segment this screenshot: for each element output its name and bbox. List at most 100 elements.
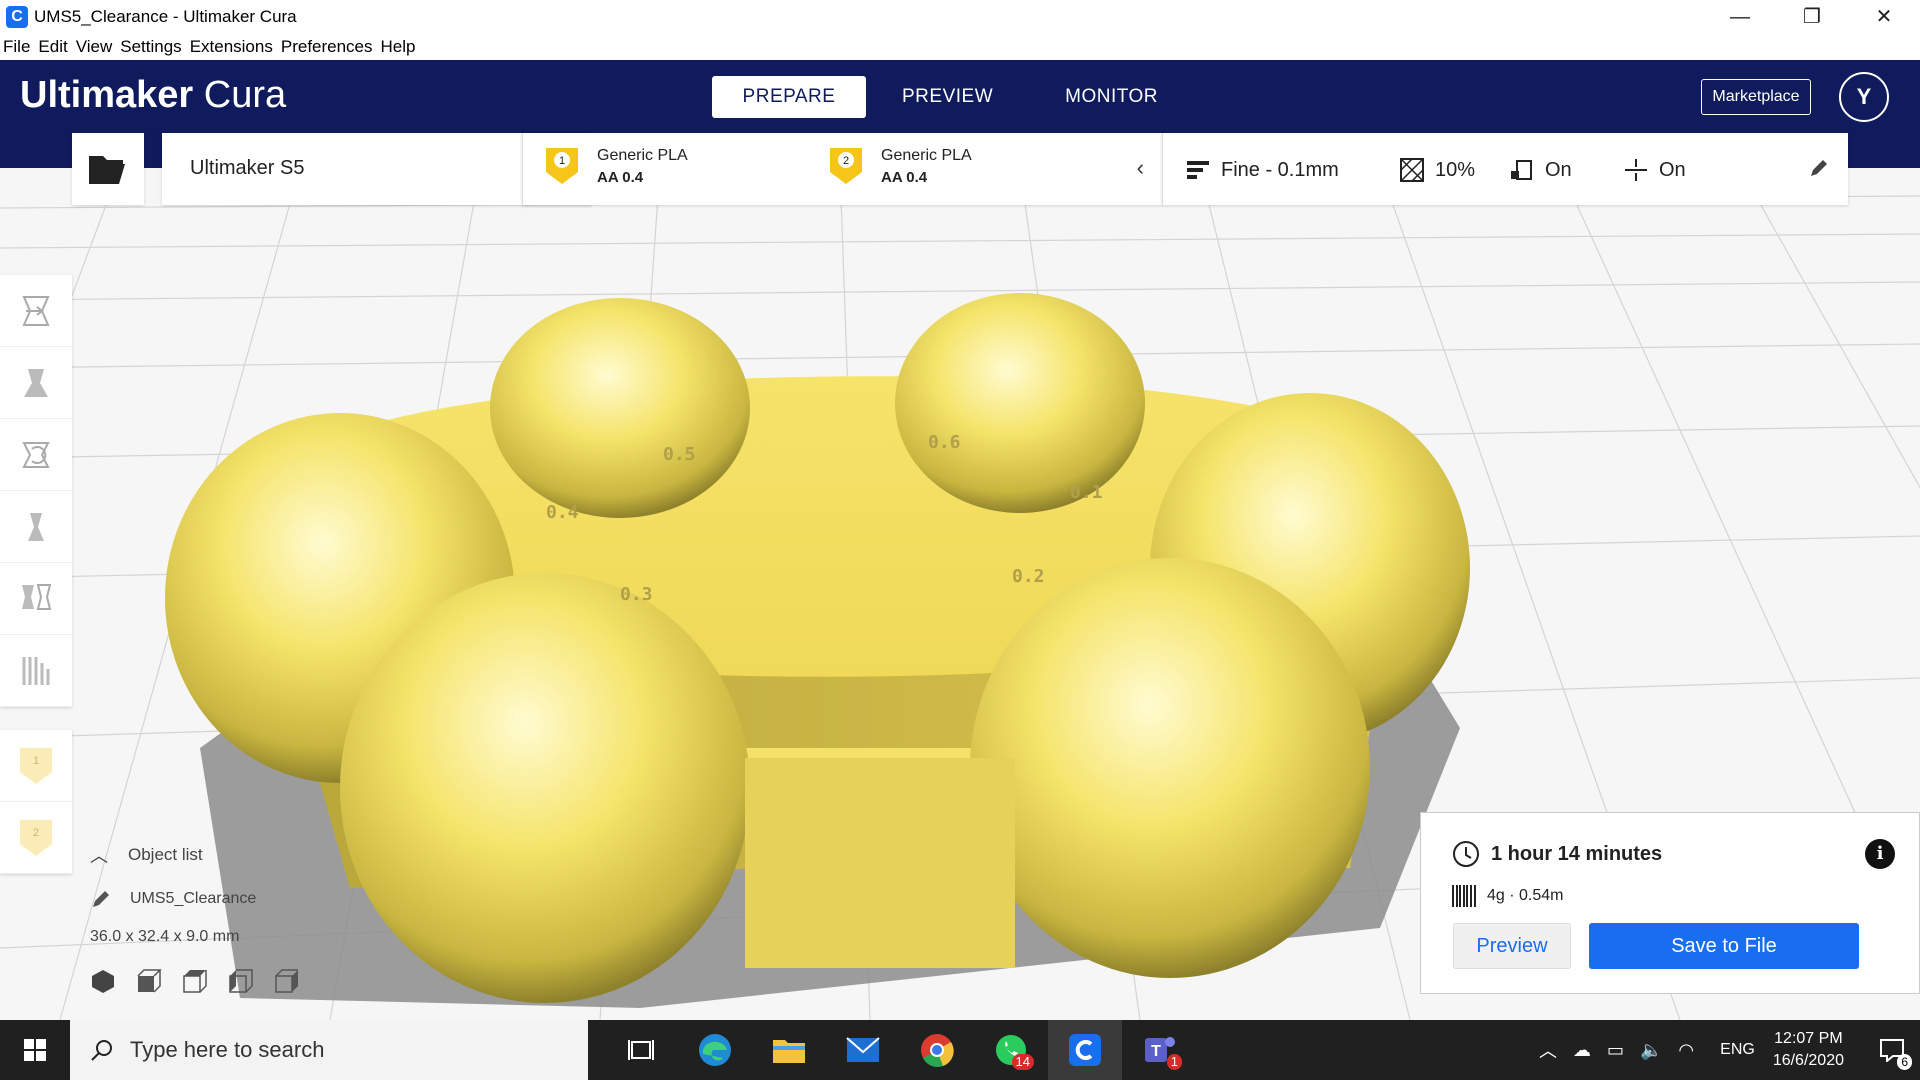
svg-text:T: T	[1151, 1043, 1161, 1060]
print-settings-selector[interactable]: Fine - 0.1mm 10% On On	[1162, 133, 1848, 205]
save-to-file-button[interactable]: Save to File	[1589, 923, 1859, 969]
tab-monitor[interactable]: MONITOR	[1029, 76, 1194, 118]
onedrive-cloud-icon[interactable]: ☁	[1573, 1040, 1591, 1061]
notification-count-badge: 6	[1897, 1054, 1912, 1070]
search-placeholder: Type here to search	[130, 1037, 325, 1062]
menu-extensions[interactable]: Extensions	[190, 37, 273, 57]
menu-edit[interactable]: Edit	[38, 37, 67, 57]
mail-app[interactable]	[826, 1020, 900, 1080]
folder-icon	[773, 1040, 805, 1063]
notification-center-button[interactable]: 6	[1864, 1020, 1920, 1080]
3d-view-icon[interactable]	[90, 968, 116, 994]
material-usage: 4g · 0.54m	[1487, 887, 1564, 904]
camera-view-buttons	[90, 968, 350, 994]
window-title: UMS5_Clearance - Ultimaker Cura	[34, 7, 297, 26]
menu-preferences[interactable]: Preferences	[281, 37, 373, 57]
battery-icon[interactable]: ▭	[1607, 1040, 1624, 1061]
model-label-06: 0.6	[928, 432, 961, 453]
print-time-row: 1 hour 14 minutes	[1451, 839, 1662, 869]
infill-setting[interactable]: 10%	[1399, 157, 1475, 183]
mirror-tool-button[interactable]	[0, 491, 72, 563]
object-list-item[interactable]: UMS5_Clearance	[90, 888, 350, 910]
preview-button[interactable]: Preview	[1453, 923, 1571, 969]
extruder-2-material: Generic PLA	[881, 147, 972, 164]
close-button[interactable]: ✕	[1848, 0, 1920, 34]
profile-label: Fine - 0.1mm	[1221, 158, 1339, 181]
menu-file[interactable]: File	[3, 37, 30, 57]
extruder-1-quick-button[interactable]: 1	[0, 730, 72, 802]
adhesion-setting[interactable]: On	[1623, 157, 1686, 183]
model-label-03: 0.3	[620, 584, 653, 605]
material-selector[interactable]: 1 Generic PLA AA 0.4 2 Generic PLA AA 0.…	[522, 133, 1162, 205]
infill-icon	[1400, 158, 1424, 182]
chevron-left-icon: ‹	[1136, 155, 1144, 180]
profile-setting[interactable]: Fine - 0.1mm	[1185, 157, 1339, 183]
marketplace-button[interactable]: Marketplace	[1701, 79, 1811, 115]
chevron-up-icon[interactable]: ︿	[1539, 1037, 1557, 1063]
windows-logo-icon	[24, 1039, 46, 1061]
search-icon	[91, 1040, 112, 1061]
extruder-2-quick-icon: 2	[20, 819, 52, 856]
maximize-button[interactable]: ❐	[1776, 0, 1848, 34]
task-view-icon	[628, 1040, 654, 1060]
wifi-icon[interactable]: ◠	[1678, 1040, 1694, 1061]
menu-view[interactable]: View	[76, 37, 113, 57]
per-model-settings-button[interactable]	[0, 563, 72, 635]
extruder-2-badge-icon: 2	[830, 148, 862, 184]
tab-preview[interactable]: PREVIEW	[866, 76, 1029, 118]
left-view-icon[interactable]	[228, 968, 254, 994]
printer-name: Ultimaker S5	[190, 157, 305, 179]
move-icon	[22, 295, 50, 326]
chrome-icon	[921, 1034, 954, 1067]
support-icon	[1511, 160, 1532, 180]
pencil-edit-icon[interactable]	[1808, 157, 1830, 179]
ultimaker-cura-logo: Ultimaker Cura	[20, 74, 286, 117]
front-view-icon[interactable]	[136, 968, 162, 994]
mail-icon	[846, 1037, 880, 1062]
menu-settings[interactable]: Settings	[120, 37, 181, 57]
account-avatar[interactable]: Y	[1839, 72, 1889, 122]
taskbar-search[interactable]: Type here to search	[70, 1020, 588, 1080]
clock-icon	[1453, 841, 1479, 867]
tool-column	[0, 275, 72, 707]
extruder-1[interactable]: 1 Generic PLA AA 0.4	[545, 147, 688, 186]
tab-prepare[interactable]: PREPARE	[712, 76, 866, 118]
rotate-tool-button[interactable]	[0, 419, 72, 491]
logo-bold-text: Ultimaker	[20, 74, 194, 116]
model-label-04: 0.4	[546, 502, 579, 523]
extruder-quick-column: 1 2	[0, 730, 72, 874]
teams-app[interactable]: T 1	[1122, 1020, 1196, 1080]
windows-taskbar: Type here to search 14 T 1 ︿ ☁ ▭ 🔈 ◠ ENG…	[0, 1020, 1920, 1080]
task-view-button[interactable]	[604, 1020, 678, 1080]
support-setting[interactable]: On	[1509, 157, 1572, 183]
info-icon[interactable]: i	[1865, 839, 1895, 869]
adhesion-value: On	[1659, 158, 1686, 181]
edge-app[interactable]	[678, 1020, 752, 1080]
extruder-1-quick-icon: 1	[20, 747, 52, 784]
extruder-2-quick-button[interactable]: 2	[0, 802, 72, 874]
open-file-button[interactable]	[72, 133, 144, 205]
cura-app[interactable]	[1048, 1020, 1122, 1080]
object-list-toggle[interactable]: ︿ Object list	[90, 842, 350, 868]
scale-tool-button[interactable]	[0, 347, 72, 419]
language-indicator[interactable]: ENG	[1720, 1041, 1755, 1059]
whatsapp-app[interactable]: 14	[974, 1020, 1048, 1080]
menu-help[interactable]: Help	[381, 37, 416, 57]
mirror-icon	[28, 512, 44, 541]
top-view-icon[interactable]	[182, 968, 208, 994]
chrome-app[interactable]	[900, 1020, 974, 1080]
file-explorer-app[interactable]	[752, 1020, 826, 1080]
right-view-icon[interactable]	[274, 968, 300, 994]
minimize-button[interactable]: —	[1704, 0, 1776, 34]
start-button[interactable]	[0, 1020, 70, 1080]
extruder-1-number: 1	[559, 155, 565, 167]
support-value: On	[1545, 158, 1572, 181]
volume-icon[interactable]: 🔈	[1640, 1040, 1662, 1061]
move-tool-button[interactable]	[0, 275, 72, 347]
support-blocker-button[interactable]	[0, 635, 72, 707]
object-list-panel: ︿ Object list UMS5_Clearance 36.0 x 32.4…	[90, 842, 350, 1012]
object-name: UMS5_Clearance	[130, 890, 257, 907]
model-label-02: 0.2	[1012, 566, 1045, 587]
extruder-2[interactable]: 2 Generic PLA AA 0.4	[829, 147, 972, 186]
taskbar-clock[interactable]: 12:07 PM 16/6/2020	[1773, 1028, 1844, 1072]
